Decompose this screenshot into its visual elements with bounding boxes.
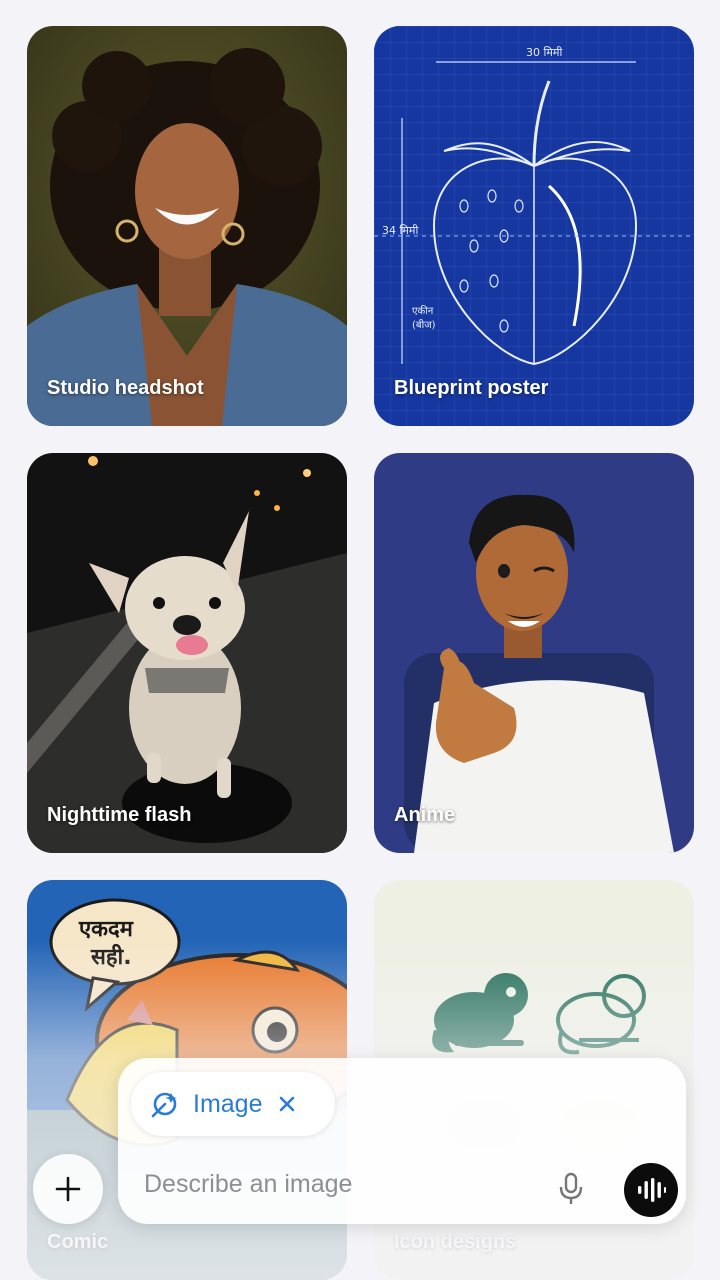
image-mode-chip[interactable]: Image <box>131 1072 335 1136</box>
style-label: Comic <box>47 1231 109 1253</box>
style-card-blueprint-poster[interactable]: 30 मिमी 34 मिमी एकीन (बीज) Blueprint pos… <box>374 26 694 426</box>
blueprint-note-line1: एकीन <box>412 305 434 317</box>
prompt-input[interactable] <box>144 1170 544 1199</box>
comic-speech-line2: सही. <box>90 943 132 970</box>
style-label: Nighttime flash <box>47 804 192 826</box>
microphone-icon <box>559 1172 583 1204</box>
blueprint-dimension-top: 30 मिमी <box>526 46 562 59</box>
add-attachment-button[interactable] <box>33 1154 103 1224</box>
comic-speech-line1: एकदम <box>78 917 134 942</box>
blueprint-note-line2: (बीज) <box>412 319 436 331</box>
blueprint-poster-image: 30 मिमी 34 मिमी एकीन (बीज) <box>374 26 694 426</box>
studio-headshot-image <box>27 26 347 426</box>
microphone-button[interactable] <box>558 1172 584 1211</box>
style-label: Anime <box>394 804 456 826</box>
style-label: Blueprint poster <box>394 377 549 399</box>
style-label: Studio headshot <box>47 377 204 399</box>
prompt-composer: Image <box>118 1058 686 1224</box>
plus-icon <box>55 1176 81 1202</box>
style-card-anime[interactable]: Anime <box>374 453 694 853</box>
image-chip-label: Image <box>193 1089 263 1118</box>
chip-close-button[interactable] <box>278 1095 296 1113</box>
blueprint-dimension-side: 34 मिमी <box>382 224 418 237</box>
nighttime-flash-image <box>27 453 347 853</box>
image-sparkle-icon <box>151 1092 177 1118</box>
style-label: Icon designs <box>394 1231 517 1253</box>
anime-image <box>374 453 694 853</box>
close-icon <box>280 1096 295 1112</box>
style-card-studio-headshot[interactable]: Studio headshot <box>27 26 347 426</box>
style-card-nighttime-flash[interactable]: Nighttime flash <box>27 453 347 853</box>
voice-mode-button[interactable] <box>624 1163 678 1217</box>
voice-waveform-icon <box>638 1178 666 1202</box>
